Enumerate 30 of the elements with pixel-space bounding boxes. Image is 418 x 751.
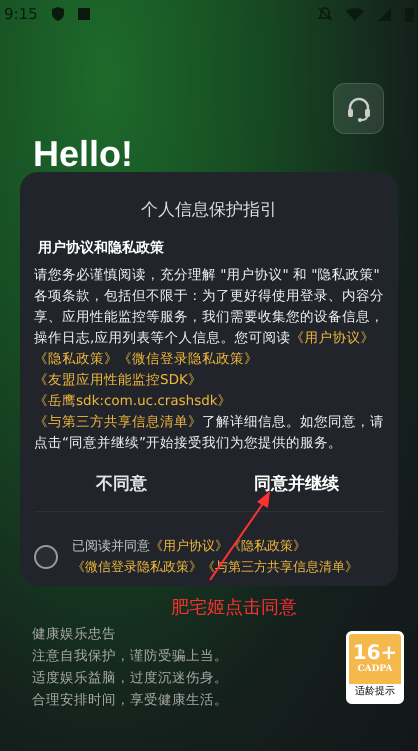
agreement-link[interactable]: 《隐私政策》 (228, 539, 306, 554)
agreement-paragraph: 请您务必谨慎阅读，充分理解 "用户协议" 和 "隐私政策" 各项条款，包括但不限于：为了更好得使用登录、内容分享、应用性能监控等服务，我们需要收集您的设备信息，操作日志,应用列表等个人信息。您可阅读《用户协议》 《隐私政策》《微信登录隐私政策》 《友盟应用性能监控SDK》 《岳鹰sdk:com.uc.crashsdk》 《与第三方共享信息清单》了解详细信息。如您同意，请点击“同意并继续”开始接受我们为您提供的服务。 (34, 266, 384, 452)
agreement-link[interactable]: 《岳鹰sdk:com.uc.crashsdk》 (34, 392, 232, 408)
health-advice-line: 健康娱乐忠告 (32, 625, 117, 644)
greeting-title: Hello! (33, 133, 134, 174)
status-time: 9:15 (4, 4, 38, 25)
agreement-link[interactable]: 《微信登录隐私政策》 (72, 560, 202, 575)
annotation-text: 肥宅姬点击同意 (171, 596, 297, 620)
health-advice-line: 适度娱乐益脑，过度沉迷伤身。 (32, 669, 228, 688)
agreement-link[interactable]: 《与第三方共享信息清单》 (34, 414, 202, 430)
disagree-button[interactable]: 不同意 (34, 468, 209, 501)
health-advice-line: 合理安排时间，享受健康生活。 (32, 691, 228, 710)
bell-off-icon (318, 7, 332, 21)
agreement-link[interactable]: 《用户协议》 (290, 330, 374, 346)
health-advice-line: 注意自我保护，谨防受骗上当。 (32, 647, 228, 666)
agree-button[interactable]: 同意并继续 (209, 468, 384, 501)
agreement-link[interactable]: 《微信登录隐私政策》 (118, 350, 258, 366)
headset-icon (346, 96, 372, 122)
section-heading: 用户协议和隐私政策 (36, 238, 165, 258)
agreement-link[interactable]: 《友盟应用性能监控SDK》 (34, 372, 202, 388)
rating-number: 16+ (352, 641, 398, 664)
agreement-link[interactable]: 《隐私政策》 (34, 350, 118, 366)
support-button[interactable] (333, 83, 384, 134)
shield-icon (52, 7, 64, 21)
agreement-link[interactable]: 《用户协议》 (150, 539, 228, 554)
consent-radio[interactable] (34, 545, 58, 569)
rating-caption: 适龄提示 (354, 684, 396, 699)
wifi-icon (346, 8, 364, 20)
dialog-title: 个人信息保护指引 (140, 199, 278, 222)
rating-org: CADPA (357, 663, 393, 676)
